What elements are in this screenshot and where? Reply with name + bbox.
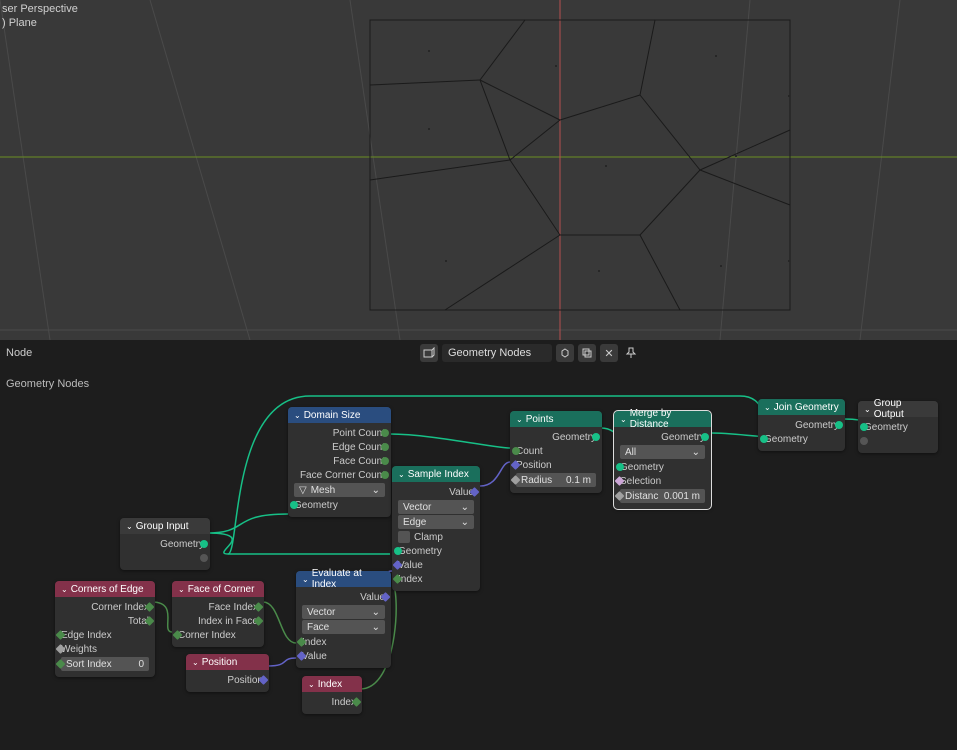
socket-point-count: Point Count (333, 428, 385, 439)
domain-dropdown[interactable]: Face⌄ (302, 620, 385, 634)
viewport-canvas (0, 0, 957, 340)
browse-nodetree-icon[interactable] (420, 344, 438, 362)
socket-index-in-face-out: Index in Face (198, 616, 258, 627)
chevron-down-icon: ⌄ (864, 405, 871, 414)
type-dropdown[interactable]: Vector⌄ (398, 500, 474, 514)
node-title: ⌄Sample Index (392, 466, 480, 482)
radius-field[interactable]: Radius0.1 m (516, 473, 596, 487)
node-face-of-corner[interactable]: ⌄Face of Corner Face Index Index in Face… (172, 581, 264, 647)
socket-weights-in: Weights (61, 644, 97, 655)
node-title: ⌄Position (186, 654, 269, 670)
node-title: ⌄Index (302, 676, 362, 692)
clamp-label: Clamp (414, 532, 443, 543)
pin-button[interactable] (622, 344, 640, 362)
chevron-down-icon: ⌄ (61, 585, 68, 594)
mode-dropdown[interactable]: All⌄ (620, 445, 705, 459)
perspective-label: ser Perspective (2, 2, 78, 16)
node-title: ⌄Group Output (858, 401, 938, 417)
node-group-input[interactable]: ⌄Group Input Geometry (120, 518, 210, 570)
header-left-label: Node (0, 347, 32, 359)
geometry-node-editor[interactable]: Geometry Nodes ⌄Group Input Geometr (0, 366, 957, 750)
unlink-nodetree-button[interactable]: ✕ (600, 344, 618, 362)
type-dropdown[interactable]: Vector⌄ (302, 605, 385, 619)
nodetree-path-label: Geometry Nodes (6, 378, 89, 390)
socket-geometry-out: Geometry (661, 432, 705, 443)
socket-face-index-out: Face Index (209, 602, 258, 613)
socket-edge-index-in: Edge Index (61, 630, 112, 641)
node-position[interactable]: ⌄Position Position (186, 654, 269, 692)
node-title: ⌄Points (510, 411, 602, 427)
distance-field[interactable]: Distanc0.001 m (620, 489, 705, 503)
socket-corner-index-out: Corner Index (91, 602, 149, 613)
node-sample-index[interactable]: ⌄Sample Index Value Vector⌄ Edge⌄ Clamp … (392, 466, 480, 591)
node-title: ⌄Join Geometry (758, 399, 845, 415)
clamp-checkbox[interactable] (398, 531, 410, 543)
chevron-down-icon: ⌄ (192, 658, 199, 667)
duplicate-nodetree-button[interactable] (578, 344, 596, 362)
node-title: ⌄Face of Corner (172, 581, 264, 597)
chevron-down-icon: ⌄ (308, 680, 315, 689)
socket-geometry-out: Geometry (160, 539, 204, 550)
socket-face-corner-count: Face Corner Count (300, 470, 385, 481)
socket-selection-in: Selection (620, 476, 661, 487)
chevron-down-icon: ⌄ (398, 470, 405, 479)
domain-dropdown[interactable]: Edge⌄ (398, 515, 474, 529)
socket-count-in: Count (516, 446, 543, 457)
node-points[interactable]: ⌄Points Geometry Count Position Radius0.… (510, 411, 602, 493)
fake-user-button[interactable] (556, 344, 574, 362)
sort-index-field[interactable]: Sort Index0 (61, 657, 149, 671)
viewport-overlay-text: ser Perspective ) Plane (2, 2, 78, 30)
chevron-down-icon: ⌄ (764, 403, 771, 412)
viewport-3d[interactable]: ser Perspective ) Plane (0, 0, 957, 340)
socket-geometry-in: Geometry (864, 422, 908, 433)
socket-geometry-in: Geometry (764, 434, 808, 445)
node-title: ⌄Merge by Distance (614, 411, 711, 427)
node-title: ⌄Corners of Edge (55, 581, 155, 597)
chevron-down-icon: ⌄ (178, 585, 185, 594)
socket-geometry-out: Geometry (795, 420, 839, 431)
socket-geometry-in: Geometry (620, 462, 664, 473)
chevron-down-icon: ⌄ (620, 415, 627, 424)
node-join-geometry[interactable]: ⌄Join Geometry Geometry Geometry (758, 399, 845, 451)
active-object-label: ) Plane (2, 16, 78, 30)
node-group-output[interactable]: ⌄Group Output Geometry (858, 401, 938, 453)
node-merge-by-distance[interactable]: ⌄Merge by Distance Geometry All⌄ Geometr… (614, 411, 711, 509)
node-title: ⌄Domain Size (288, 407, 391, 423)
socket-corner-index-in: Corner Index (178, 630, 236, 641)
socket-geometry-out: Geometry (552, 432, 596, 443)
nodetree-name-input[interactable] (442, 344, 552, 362)
node-title: ⌄Evaluate at Index (296, 571, 391, 587)
socket-geometry-in: Geometry (294, 500, 338, 511)
chevron-down-icon: ⌄ (126, 522, 133, 531)
node-title: ⌄Group Input (120, 518, 210, 534)
chevron-down-icon: ⌄ (302, 575, 309, 584)
component-dropdown[interactable]: ▽Mesh⌄ (294, 483, 385, 497)
chevron-down-icon: ⌄ (294, 411, 301, 420)
node-evaluate-at-index[interactable]: ⌄Evaluate at Index Value Vector⌄ Face⌄ I… (296, 571, 391, 668)
node-index[interactable]: ⌄Index Index (302, 676, 362, 714)
socket-face-count: Face Count (333, 456, 385, 467)
socket-edge-count: Edge Count (332, 442, 385, 453)
socket-position-in: Position (516, 460, 552, 471)
chevron-down-icon: ⌄ (516, 415, 523, 424)
node-editor-header: Node ✕ (0, 340, 957, 366)
node-corners-of-edge[interactable]: ⌄Corners of Edge Corner Index Total Edge… (55, 581, 155, 677)
node-domain-size[interactable]: ⌄Domain Size Point Count Edge Count Face… (288, 407, 391, 517)
socket-geometry-in: Geometry (398, 546, 442, 557)
